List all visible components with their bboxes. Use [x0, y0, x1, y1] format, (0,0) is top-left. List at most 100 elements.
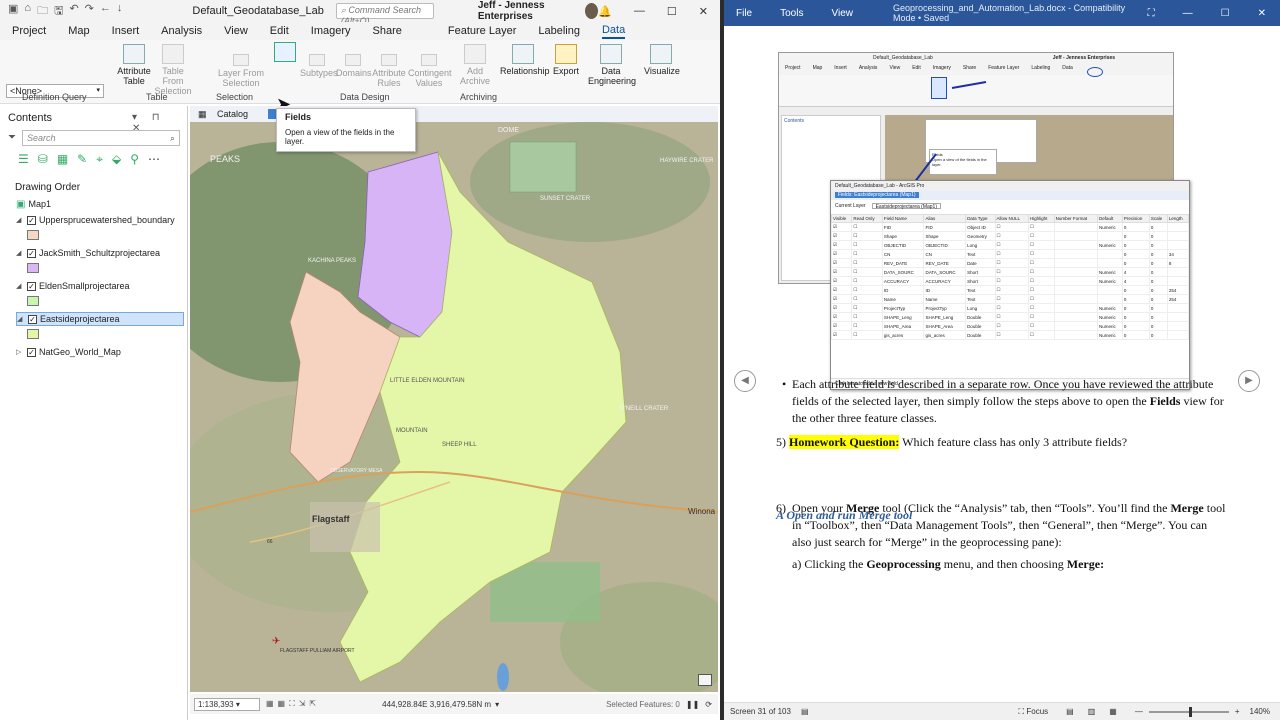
tab-catalog[interactable]: ▦ Catalog: [198, 109, 248, 120]
table-cell: OBJECTID: [881, 240, 925, 250]
quick-access-icon[interactable]: ⌂: [24, 2, 31, 21]
map-node[interactable]: ▣ Map1: [16, 197, 51, 211]
layer-item[interactable]: ◢ ✓ EldenSmallprojectarea: [16, 279, 130, 293]
expand-icon[interactable]: ▷: [16, 348, 24, 356]
map-canvas[interactable]: PEAKS DOME HAYWIRE CRATER SUNSET CRATER …: [190, 122, 718, 692]
tab-edit[interactable]: Edit: [270, 25, 289, 37]
fields-button[interactable]: [274, 42, 296, 64]
close-icon[interactable]: ✕: [699, 5, 708, 18]
layer-from-selection-button[interactable]: Layer From Selection: [218, 54, 264, 88]
visibility-checkbox[interactable]: ✓: [27, 248, 36, 258]
relationship-button[interactable]: Relationship: [500, 44, 550, 76]
layer-symbol-swatch[interactable]: [27, 329, 39, 339]
bell-icon[interactable]: 🔔: [598, 5, 612, 18]
tab-share[interactable]: Share: [373, 25, 402, 37]
tab-map[interactable]: Map: [68, 25, 89, 37]
quick-access-icon[interactable]: ←: [100, 2, 111, 21]
data-engineering-button[interactable]: Data Engineering: [588, 44, 636, 86]
contents-search-input[interactable]: Search ⌕: [22, 130, 180, 146]
list-by-source-icon[interactable]: ⛁: [38, 152, 48, 167]
read-aloud-icon[interactable]: ▤: [801, 707, 809, 716]
list-by-drawing-order-icon[interactable]: ☰: [18, 152, 29, 167]
tab-imagery[interactable]: Imagery: [311, 25, 351, 37]
visibility-checkbox[interactable]: ✓: [28, 314, 37, 324]
minimize-icon[interactable]: —: [634, 5, 645, 18]
quick-access-icon[interactable]: 🖫: [54, 2, 63, 21]
attribute-rules-button[interactable]: Attribute Rules: [372, 54, 406, 88]
expand-icon[interactable]: ◢: [16, 249, 24, 257]
expand-icon[interactable]: ◢: [16, 282, 24, 290]
domains-button[interactable]: Domains: [336, 54, 372, 78]
quick-access-icon[interactable]: ▣: [8, 2, 18, 21]
visibility-checkbox[interactable]: ✓: [27, 281, 36, 291]
focus-button[interactable]: ⛶ Focus: [1019, 707, 1049, 717]
list-by-selection-icon[interactable]: ▦: [57, 152, 68, 167]
avatar[interactable]: [585, 3, 599, 19]
menu-file[interactable]: File: [736, 8, 752, 19]
view-mode-icons[interactable]: ▤▥▦: [1066, 707, 1131, 716]
add-archive-label: Add Archive: [460, 66, 491, 86]
quick-access-icon[interactable]: ↶: [69, 2, 78, 21]
table-cell: Double: [965, 330, 996, 340]
expand-icon[interactable]: ◢: [16, 216, 24, 224]
layer-symbol-swatch[interactable]: [27, 263, 39, 273]
layer-item[interactable]: ◢ ✓ Eastsideprojectarea: [16, 312, 184, 326]
table-from-selection-button[interactable]: Table From Selection: [152, 44, 194, 96]
more-options-icon[interactable]: ⋯: [148, 152, 160, 167]
table-cell: FID: [881, 222, 925, 232]
maximize-icon[interactable]: ☐: [1221, 8, 1230, 19]
zoom-out-icon[interactable]: —: [1135, 707, 1143, 716]
close-icon[interactable]: ✕: [1258, 8, 1266, 19]
table-row: ☑ ☐ ProjectTyp ProjectTyp Long ☐ ☐ Numeric 0 0: [831, 303, 1189, 313]
filter-icon[interactable]: ⏷: [8, 132, 16, 143]
export-button[interactable]: Export: [552, 44, 580, 76]
zoom-slider-thumb[interactable]: [1188, 706, 1192, 717]
nav-tool-icons[interactable]: ▦▦⛶⇲⇱: [266, 699, 320, 709]
expand-icon[interactable]: ◢: [17, 315, 25, 323]
layer-symbol-swatch[interactable]: [27, 230, 39, 240]
menu-view[interactable]: View: [831, 8, 853, 19]
list-by-labeling-icon[interactable]: ⬙: [112, 152, 121, 167]
maximize-icon[interactable]: ☐: [667, 5, 677, 18]
zoom-slider[interactable]: [1148, 706, 1229, 717]
tab-view[interactable]: View: [224, 25, 248, 37]
scale-select[interactable]: 1:138,393 ▾: [194, 697, 260, 711]
units-chevron-icon[interactable]: ▾: [495, 700, 499, 709]
quick-access-icon[interactable]: ↓: [117, 2, 123, 21]
tab-labeling[interactable]: Labeling: [538, 25, 580, 37]
arcgis-pro-window: ▣ ⌂ 🗀 🖫 ↶ ↷ ← ↓ Default_Geodatabase_Lab ⌕ Comma…: [0, 0, 720, 720]
tab-project[interactable]: Project: [12, 25, 46, 37]
tab-insert[interactable]: Insert: [112, 25, 140, 37]
command-search-input[interactable]: ⌕ Command Search (Alt+Q): [335, 3, 434, 26]
overview-icon[interactable]: [698, 674, 712, 686]
layer-item[interactable]: ◢ ✓ JackSmith_Schultzprojectarea: [16, 246, 160, 260]
add-archive-button[interactable]: Add Archive: [460, 44, 490, 86]
visibility-checkbox[interactable]: ✓: [27, 215, 36, 225]
attribute-table-button[interactable]: Attribute Table: [116, 44, 152, 86]
next-screen-button[interactable]: ▶: [1238, 370, 1260, 392]
minimize-icon[interactable]: —: [1183, 8, 1193, 19]
emb2-fields-table: Visible Read Only Field Name Alias Data Type…: [831, 214, 1189, 340]
visualize-button[interactable]: Visualize: [644, 44, 680, 76]
tab-feature-layer[interactable]: Feature Layer: [448, 25, 516, 37]
table-cell: [1053, 258, 1099, 268]
refresh-icon[interactable]: ⟳: [705, 700, 712, 709]
visibility-checkbox[interactable]: ✓: [27, 347, 36, 357]
zoom-in-icon[interactable]: +: [1235, 707, 1240, 716]
list-by-editing-icon[interactable]: ✎: [77, 152, 87, 167]
menu-tools[interactable]: Tools: [780, 8, 803, 19]
tab-analysis[interactable]: Analysis: [161, 25, 202, 37]
quick-access-icon[interactable]: ↷: [85, 2, 94, 21]
contingent-values-button[interactable]: Contingent Values: [408, 54, 452, 88]
fullscreen-icon[interactable]: ⛶: [1148, 8, 1155, 19]
previous-screen-button[interactable]: ◀: [734, 370, 756, 392]
layer-symbol-swatch[interactable]: [27, 296, 39, 306]
pause-icon[interactable]: ❚❚: [686, 700, 699, 709]
list-by-perspective-icon[interactable]: ⚲: [130, 152, 139, 167]
layer-item[interactable]: ▷ ✓ NatGeo_World_Map: [16, 345, 121, 359]
tab-data[interactable]: Data: [601, 24, 626, 39]
quick-access-icon[interactable]: 🗀: [37, 2, 48, 21]
list-by-snapping-icon[interactable]: ⌖: [96, 152, 103, 167]
subtypes-button[interactable]: Subtypes: [300, 54, 338, 78]
layer-item[interactable]: ◢ ✓ Uppersprucewatershed_boundary: [16, 213, 175, 227]
